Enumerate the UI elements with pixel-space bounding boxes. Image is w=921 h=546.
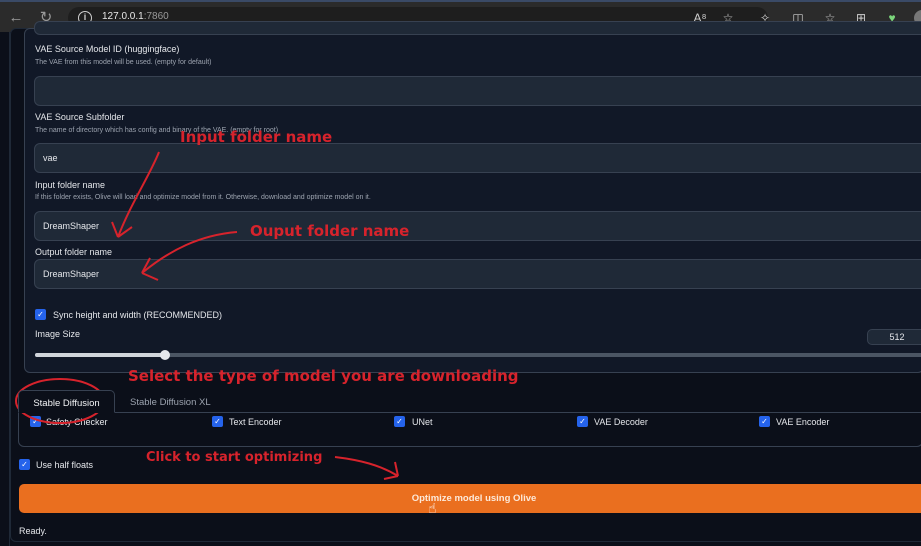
vae-subfolder-label: VAE Source Subfolder bbox=[35, 112, 125, 122]
top-field[interactable] bbox=[34, 21, 921, 35]
input-folder-label: Input folder name bbox=[35, 180, 106, 190]
vae-decoder-checkbox[interactable]: ✓ bbox=[577, 416, 588, 427]
vae-encoder-checkbox[interactable]: ✓ bbox=[759, 416, 770, 427]
vae-source-model-label: VAE Source Model ID (huggingface) bbox=[35, 44, 180, 54]
output-folder-label: Output folder name bbox=[35, 247, 113, 257]
safety-checker-label: Safety Checker bbox=[46, 417, 108, 427]
annotation-input-folder: Input folder name bbox=[180, 128, 333, 146]
vae-decoder-label: VAE Decoder bbox=[594, 417, 648, 427]
half-floats-checkbox[interactable]: ✓ bbox=[19, 459, 30, 470]
sync-hw-label: Sync height and width (RECOMMENDED) bbox=[53, 310, 223, 320]
optimize-button[interactable]: Optimize model using Olive bbox=[19, 484, 921, 513]
image-size-label: Image Size bbox=[35, 329, 81, 339]
settings-panel: VAE Source Model ID (huggingface) The VA… bbox=[24, 21, 921, 373]
unet-checkbox[interactable]: ✓ bbox=[394, 416, 405, 427]
unet-label: UNet bbox=[412, 417, 433, 427]
sync-hw-checkbox[interactable]: ✓ bbox=[35, 309, 46, 320]
slider-thumb[interactable] bbox=[159, 350, 170, 360]
status-text: Ready. bbox=[19, 526, 47, 536]
output-folder-input[interactable]: DreamShaper bbox=[34, 259, 921, 289]
vae-subfolder-input[interactable]: vae bbox=[34, 143, 921, 173]
image-size-number-input[interactable]: 512 bbox=[867, 329, 921, 345]
text-encoder-label: Text Encoder bbox=[229, 417, 282, 427]
vae-encoder-label: VAE Encoder bbox=[776, 417, 830, 427]
page: VAE Source Model ID (huggingface) The VA… bbox=[0, 21, 921, 546]
input-folder-description: If this folder exists, Olive will load a… bbox=[35, 194, 371, 201]
back-icon[interactable]: ← bbox=[6, 8, 26, 28]
input-folder-input[interactable]: DreamShaper bbox=[34, 211, 921, 241]
text-encoder-checkbox[interactable]: ✓ bbox=[212, 416, 223, 427]
vae-source-model-input[interactable] bbox=[34, 76, 921, 106]
vae-source-model-description: The VAE from this model will be used. (e… bbox=[35, 59, 212, 66]
components-panel: ✓ Safety Checker ✓ Text Encoder ✓ UNet ✓… bbox=[18, 412, 921, 447]
safety-checker-checkbox[interactable]: ✓ bbox=[30, 416, 41, 427]
hand-cursor-icon: ☝ bbox=[428, 500, 437, 516]
slider-fill bbox=[35, 353, 165, 357]
tab-stable-diffusion[interactable]: Stable Diffusion bbox=[18, 390, 115, 413]
annotation-click: Click to start optimizing bbox=[146, 450, 323, 465]
tab-stable-diffusion-xl[interactable]: Stable Diffusion XL bbox=[130, 390, 211, 413]
annotation-model-type: Select the type of model you are downloa… bbox=[128, 367, 519, 385]
image-size-slider[interactable] bbox=[35, 350, 921, 360]
half-floats-label: Use half floats bbox=[36, 460, 94, 470]
annotation-output-folder: Ouput folder name bbox=[250, 222, 410, 240]
